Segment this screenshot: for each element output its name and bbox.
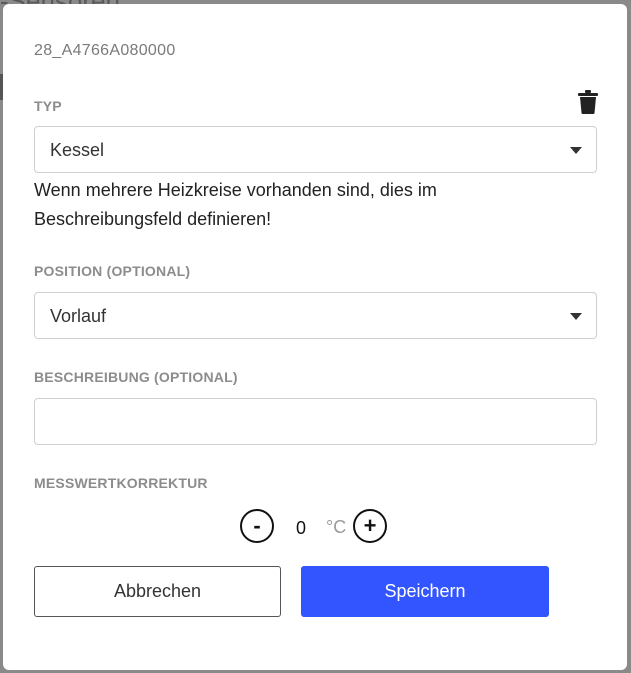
decrement-button[interactable]: - bbox=[240, 509, 274, 543]
correction-label: MESSWERTKORREKTUR bbox=[34, 475, 208, 491]
sensor-id: 28_A4766A080000 bbox=[34, 42, 176, 59]
save-button[interactable]: Speichern bbox=[301, 566, 549, 617]
type-hint: Wenn mehrere Heizkreise vorhanden sind, … bbox=[34, 180, 437, 229]
caret-down-icon bbox=[570, 147, 582, 154]
type-select-value: Kessel bbox=[50, 140, 105, 160]
trash-icon[interactable] bbox=[578, 90, 598, 114]
caret-down-icon bbox=[570, 313, 582, 320]
correction-unit: °C bbox=[326, 517, 347, 537]
position-select-value: Vorlauf bbox=[50, 306, 107, 326]
position-label: POSITION (OPTIONAL) bbox=[34, 263, 191, 279]
plus-icon: + bbox=[363, 513, 377, 538]
description-input[interactable] bbox=[34, 398, 597, 445]
description-label: BESCHREIBUNG (OPTIONAL) bbox=[34, 369, 238, 385]
correction-value: 0 bbox=[296, 518, 307, 538]
cancel-button[interactable]: Abbrechen bbox=[34, 566, 281, 617]
sensor-edit-dialog: 28_A4766A080000 TYP Kessel Wenn mehrere … bbox=[3, 4, 627, 670]
type-label: TYP bbox=[34, 98, 62, 114]
minus-icon: - bbox=[253, 513, 261, 538]
position-select[interactable]: Vorlauf bbox=[34, 292, 597, 339]
type-select[interactable]: Kessel bbox=[34, 126, 597, 173]
increment-button[interactable]: + bbox=[353, 509, 387, 543]
